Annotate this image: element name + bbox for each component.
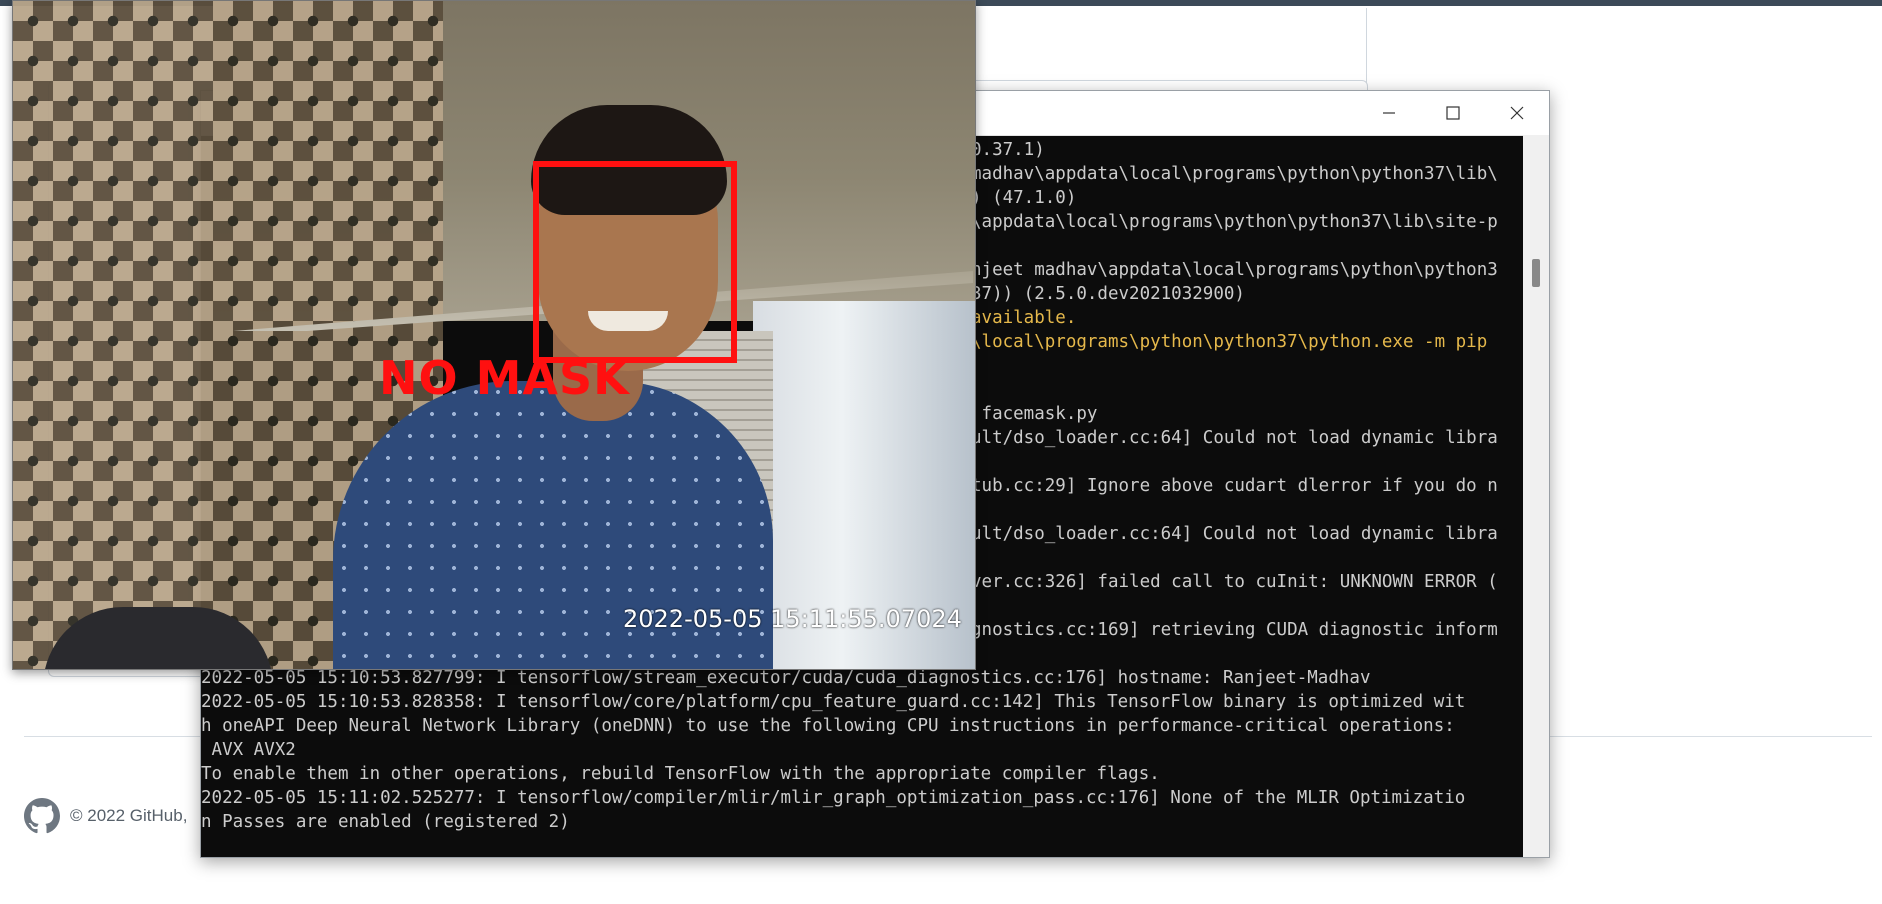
- camera-timestamp: 2022-05-05 15:11:55.07024: [623, 605, 962, 633]
- terminal-line: gnostics.cc:169] retrieving CUDA diagnos…: [971, 620, 1498, 640]
- minimize-icon: [1383, 112, 1395, 114]
- close-icon: [1510, 106, 1524, 120]
- maximize-button[interactable]: [1421, 91, 1485, 135]
- terminal-line: tub.cc:29] Ignore above cudart dlerror i…: [971, 476, 1498, 496]
- terminal-line: ) (47.1.0): [971, 188, 1077, 208]
- minimize-button[interactable]: [1357, 91, 1421, 135]
- terminal-scrollbar[interactable]: [1523, 135, 1549, 857]
- maximize-icon: [1446, 106, 1460, 120]
- terminal-line: \local\programs\python\python37\python.e…: [971, 332, 1488, 352]
- terminal-line: facemask.py: [971, 404, 1098, 424]
- terminal-line: ver.cc:326] failed call to cuInit: UNKNO…: [971, 572, 1498, 592]
- terminal-line: available.: [971, 308, 1077, 328]
- footer: © 2022 GitHub,: [24, 798, 187, 834]
- close-button[interactable]: [1485, 91, 1549, 135]
- footer-copyright: © 2022 GitHub,: [70, 806, 188, 825]
- terminal-line: 0.37.1): [971, 140, 1045, 160]
- terminal-line: h oneAPI Deep Neural Network Library (on…: [201, 716, 1455, 736]
- terminal-line: 37)) (2.5.0.dev2021032900): [971, 284, 1245, 304]
- terminal-line: madhav\appdata\local\programs\python\pyt…: [971, 164, 1498, 184]
- terminal-line: ult/dso_loader.cc:64] Could not load dyn…: [971, 428, 1498, 448]
- webcam-window[interactable]: NO MASK 2022-05-05 15:11:55.07024: [12, 0, 976, 670]
- scrollbar-thumb[interactable]: [1532, 259, 1540, 287]
- github-logo-icon[interactable]: [24, 798, 60, 834]
- terminal-line: njeet madhav\appdata\local\programs\pyth…: [971, 260, 1498, 280]
- terminal-line: To enable them in other operations, rebu…: [201, 764, 1160, 784]
- face-detection-box: [533, 161, 737, 363]
- terminal-line: 2022-05-05 15:11:02.525277: I tensorflow…: [201, 788, 1466, 808]
- terminal-line: \appdata\local\programs\python\python37\…: [971, 212, 1498, 232]
- terminal-line: n Passes are enabled (registered 2): [201, 812, 570, 832]
- terminal-line: AVX AVX2: [201, 740, 296, 760]
- terminal-line: 2022-05-05 15:10:53.828358: I tensorflow…: [201, 692, 1466, 712]
- detection-label: NO MASK: [379, 351, 630, 405]
- terminal-line: ult/dso_loader.cc:64] Could not load dyn…: [971, 524, 1498, 544]
- webcam-frame: [13, 1, 975, 669]
